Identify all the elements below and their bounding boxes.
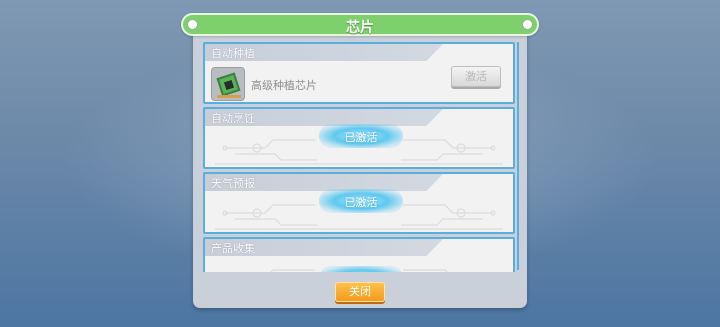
activated-indicator: 已激活 <box>319 124 403 148</box>
chip-card-auto-cooking: 自动烹饪 已激活 <box>203 107 515 169</box>
chip-card-weather-forecast: 天气预报 已激活 <box>203 172 515 234</box>
card-category-label: 自动烹饪 <box>211 112 255 125</box>
right-pin-icon <box>522 19 533 30</box>
activated-label: 已激活 <box>344 131 378 144</box>
chip-item-name: 高级种植芯片 <box>251 79 317 92</box>
chip-card-product-collection: 产品收集 <box>203 237 515 272</box>
chip-card-auto-planting: 自动种植 高级种植芯片 激活 <box>203 42 515 104</box>
planting-chip-icon <box>211 67 245 101</box>
card-category-label: 产品收集 <box>211 242 255 255</box>
activate-button[interactable]: 激活 <box>451 66 501 87</box>
card-header: 天气预报 <box>205 174 443 191</box>
dialog-title: 芯片 <box>346 20 374 36</box>
card-header: 产品收集 <box>205 239 443 256</box>
activated-label: 已激活 <box>344 196 378 209</box>
activated-indicator: 已激活 <box>319 189 403 213</box>
card-category-label: 自动种植 <box>211 47 255 60</box>
card-category-label: 天气预报 <box>211 177 255 190</box>
chip-list[interactable]: 自动种植 高级种植芯片 激活 自动烹饪 已激活 天气预报 已激活 产品收集 <box>200 40 518 272</box>
list-scroll-edge <box>517 42 519 270</box>
close-button[interactable]: 关闭 <box>335 282 385 302</box>
card-header: 自动烹饪 <box>205 109 443 126</box>
card-header: 自动种植 <box>205 44 443 61</box>
dialog-title-bar: 芯片 <box>181 13 539 36</box>
activated-indicator <box>319 266 403 272</box>
